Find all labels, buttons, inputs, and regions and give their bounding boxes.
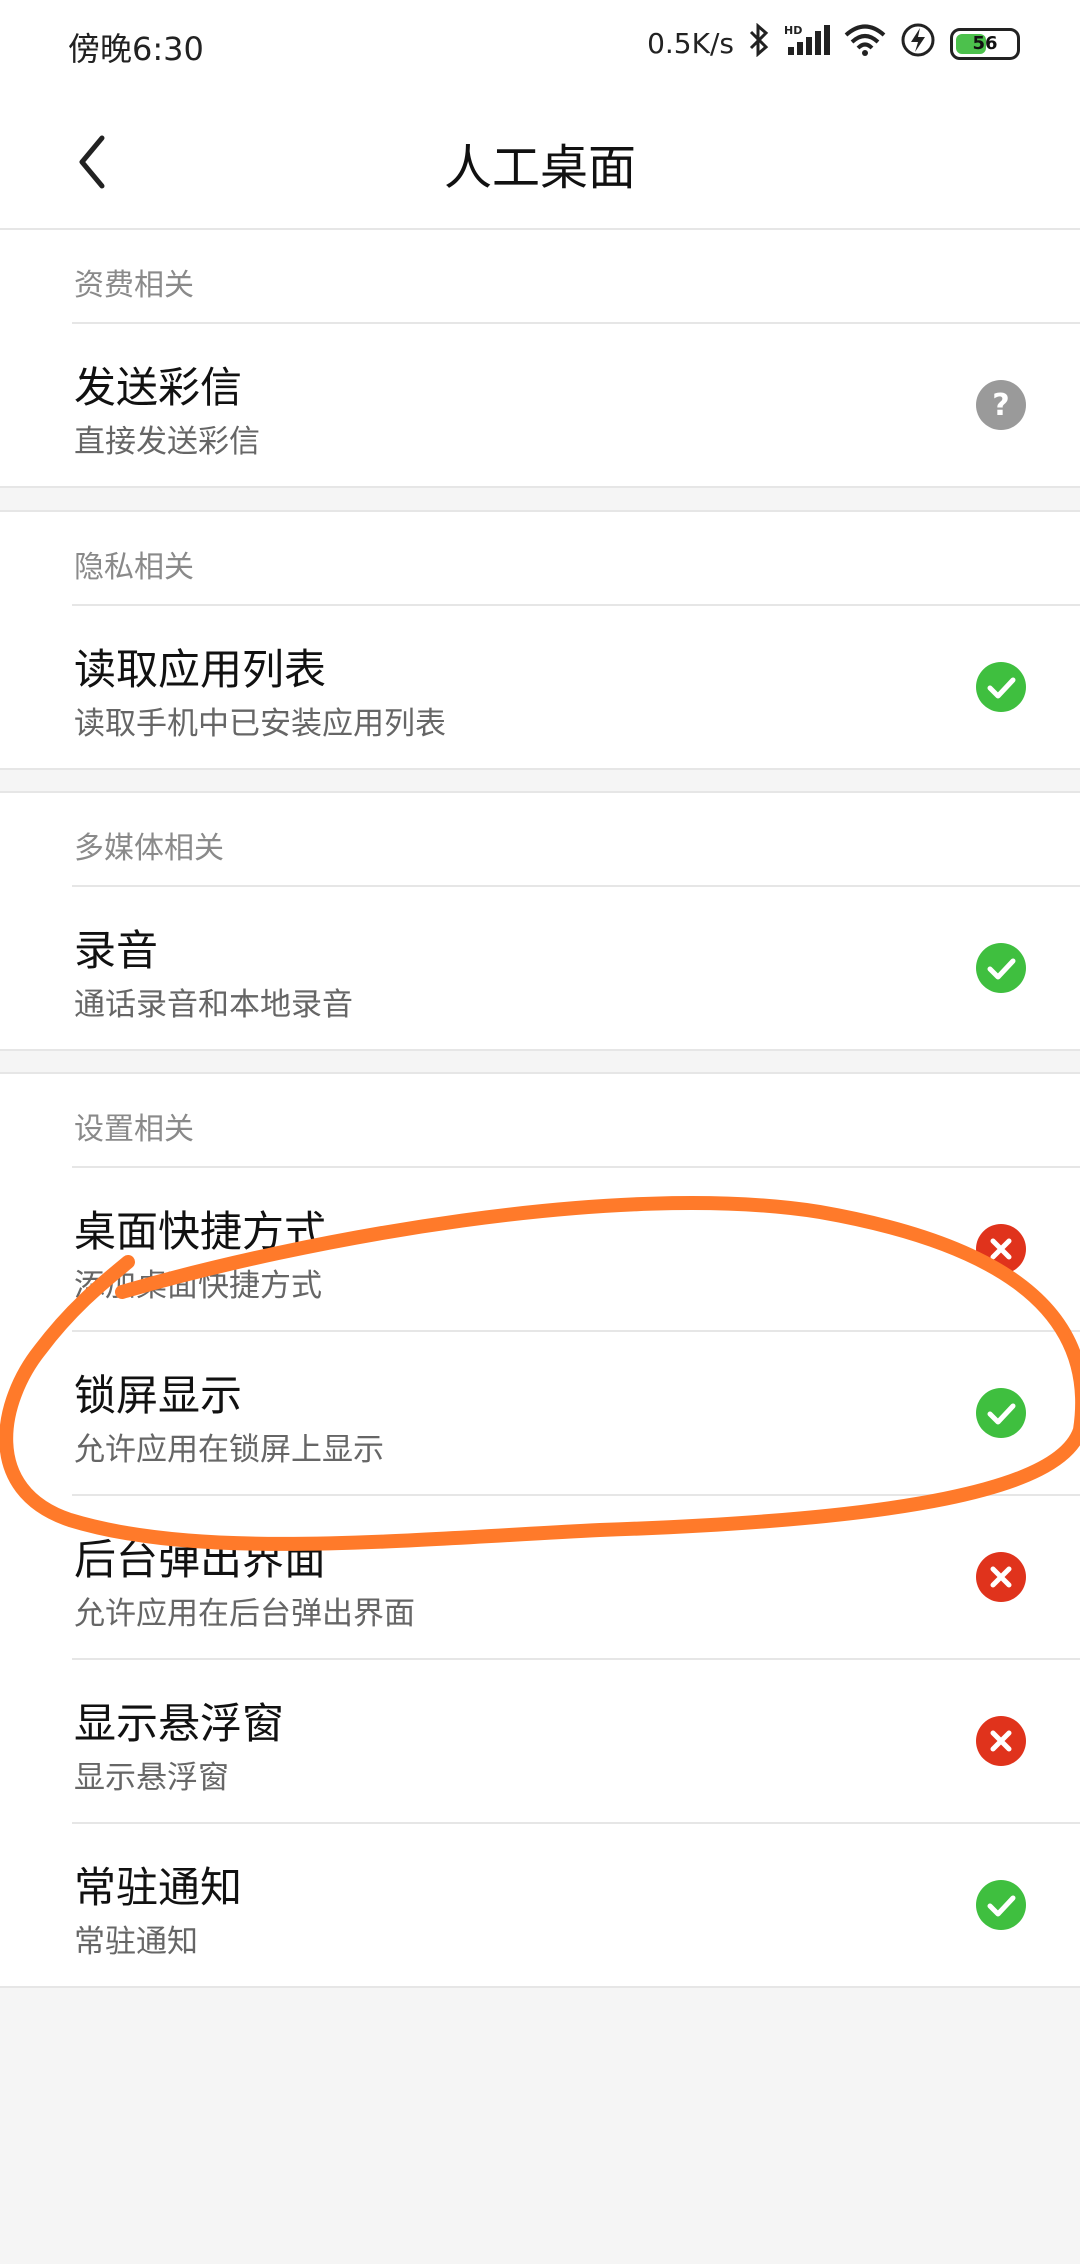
wifi-icon (844, 24, 886, 63)
item-title: 后台弹出界面 (74, 1535, 327, 1584)
section-label: 设置相关 (74, 1112, 194, 1147)
svg-text:HD: HD (784, 24, 802, 37)
item-title: 常驻通知 (74, 1863, 243, 1912)
list-item-persistent-notification[interactable]: 常驻通知 常驻通知 (72, 1822, 1080, 1986)
item-title: 发送彩信 (74, 363, 243, 412)
item-title: 读取应用列表 (74, 645, 327, 694)
item-subtitle: 常驻通知 (74, 1924, 198, 1960)
section-label: 资费相关 (74, 268, 194, 303)
section-label: 多媒体相关 (74, 831, 224, 866)
item-title: 显示悬浮窗 (74, 1699, 285, 1748)
cross-icon[interactable] (976, 1224, 1026, 1274)
svg-text:?: ? (992, 388, 1009, 423)
item-subtitle: 添加桌面快捷方式 (74, 1268, 322, 1304)
section-header: 资费相关 (0, 230, 1080, 322)
item-title: 锁屏显示 (74, 1371, 243, 1420)
check-icon[interactable] (976, 1388, 1026, 1438)
section-billing: 资费相关 发送彩信 直接发送彩信 ? (0, 228, 1080, 488)
section-multimedia: 多媒体相关 录音 通话录音和本地录音 (0, 791, 1080, 1051)
section-header: 多媒体相关 (0, 793, 1080, 885)
section-header: 设置相关 (0, 1074, 1080, 1166)
check-icon[interactable] (976, 1880, 1026, 1930)
status-bar: 傍晚6:30 0.5K/s HD 56 (0, 0, 1080, 96)
list-item-record-audio[interactable]: 录音 通话录音和本地录音 (72, 885, 1080, 1049)
section-header: 隐私相关 (0, 512, 1080, 604)
item-title: 录音 (74, 926, 159, 975)
page-title: 人工桌面 (443, 140, 636, 196)
bluetooth-icon (748, 22, 770, 64)
item-title: 桌面快捷方式 (74, 1207, 327, 1256)
status-time: 傍晚6:30 (68, 30, 204, 68)
section-privacy: 隐私相关 读取应用列表 读取手机中已安装应用列表 (0, 510, 1080, 770)
item-subtitle: 允许应用在锁屏上显示 (74, 1432, 384, 1468)
item-subtitle: 直接发送彩信 (74, 424, 260, 460)
cross-icon[interactable] (976, 1552, 1026, 1602)
section-settings: 设置相关 桌面快捷方式 添加桌面快捷方式 锁屏显示 允许应用在锁屏上显示 后台弹… (0, 1072, 1080, 1988)
list-item-desktop-shortcut[interactable]: 桌面快捷方式 添加桌面快捷方式 (72, 1166, 1080, 1330)
network-speed: 0.5K/s (647, 27, 734, 60)
app-header: 人工桌面 (0, 96, 1080, 230)
hd-signal-icon: HD (784, 23, 830, 64)
item-subtitle: 通话录音和本地录音 (74, 987, 353, 1023)
battery-level: 56 (972, 33, 998, 54)
section-label: 隐私相关 (74, 550, 194, 585)
battery-icon: 56 (950, 27, 1020, 60)
list-item-read-app-list[interactable]: 读取应用列表 读取手机中已安装应用列表 (72, 604, 1080, 768)
list-item-floating-window[interactable]: 显示悬浮窗 显示悬浮窗 (72, 1658, 1080, 1822)
status-icons: 0.5K/s HD 56 (647, 22, 1020, 65)
list-item-lock-screen-display[interactable]: 锁屏显示 允许应用在锁屏上显示 (72, 1330, 1080, 1494)
item-subtitle: 读取手机中已安装应用列表 (74, 706, 446, 742)
question-icon[interactable]: ? (976, 380, 1026, 430)
list-item-background-popup[interactable]: 后台弹出界面 允许应用在后台弹出界面 (72, 1494, 1080, 1658)
item-subtitle: 允许应用在后台弹出界面 (74, 1596, 415, 1632)
cross-icon[interactable] (976, 1716, 1026, 1766)
list-item-send-mms[interactable]: 发送彩信 直接发送彩信 ? (72, 322, 1080, 486)
check-icon[interactable] (976, 943, 1026, 993)
check-icon[interactable] (976, 662, 1026, 712)
item-subtitle: 显示悬浮窗 (74, 1760, 229, 1796)
charging-icon (900, 22, 936, 65)
